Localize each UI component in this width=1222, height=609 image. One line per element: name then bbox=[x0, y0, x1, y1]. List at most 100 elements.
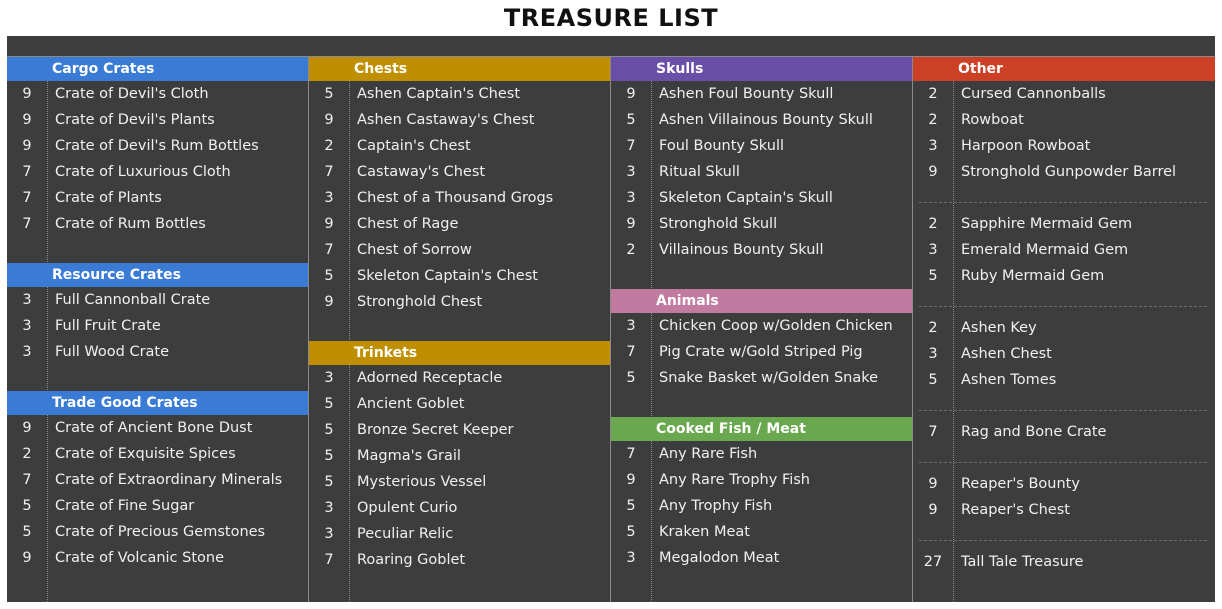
list-item: 5 Ashen Tomes bbox=[913, 367, 1215, 393]
section-other: Other 2 Cursed Cannonballs 2 Rowboat 3 Harpoo… bbox=[913, 57, 1215, 575]
list-item: 5 Kraken Meat bbox=[611, 519, 912, 545]
list-item: 27 Tall Tale Treasure bbox=[913, 549, 1215, 575]
list-item: 3 Full Cannonball Crate bbox=[7, 287, 308, 313]
item-name: Rag and Bone Crate bbox=[961, 424, 1107, 440]
section-trade-good-crates: Trade Good Crates 9 Crate of Ancient Bone… bbox=[7, 391, 308, 571]
list-item: 7 Crate of Extraordinary Minerals bbox=[7, 467, 308, 493]
item-count: 7 bbox=[324, 164, 334, 180]
group-divider bbox=[913, 445, 1215, 471]
list-item: 3 Adorned Receptacle bbox=[309, 365, 610, 391]
item-name: Stronghold Gunpowder Barrel bbox=[961, 164, 1177, 180]
item-name: Ashen Key bbox=[961, 320, 1037, 336]
item-count: 27 bbox=[923, 554, 943, 570]
group-divider bbox=[913, 393, 1215, 419]
section-skulls: Skulls 9 Ashen Foul Bounty Skull 5 Ashen Vi… bbox=[611, 57, 912, 263]
item-name: Crate of Precious Gemstones bbox=[55, 524, 266, 540]
list-item: 3 Chest of a Thousand Grogs bbox=[309, 185, 610, 211]
item-name: Any Trophy Fish bbox=[659, 498, 773, 514]
list-item: 7 Roaring Goblet bbox=[309, 547, 610, 573]
list-item: 9 Reaper's Chest bbox=[913, 497, 1215, 523]
item-name: Kraken Meat bbox=[659, 524, 750, 540]
item-name: Castaway's Chest bbox=[357, 164, 486, 180]
item-count: 3 bbox=[626, 550, 636, 566]
item-name: Opulent Curio bbox=[357, 500, 458, 516]
list-item: 5 Ancient Goblet bbox=[309, 391, 610, 417]
list-item: 9 Ashen Foul Bounty Skull bbox=[611, 81, 912, 107]
item-count: 9 bbox=[626, 472, 636, 488]
item-name: Pig Crate w/Gold Striped Pig bbox=[659, 344, 863, 360]
item-name: Stronghold Chest bbox=[357, 294, 483, 310]
item-count: 5 bbox=[928, 372, 938, 388]
item-name: Ritual Skull bbox=[659, 164, 740, 180]
list-item: 3 Full Wood Crate bbox=[7, 339, 308, 365]
item-name: Full Wood Crate bbox=[55, 344, 170, 360]
section-header: Cooked Fish / Meat bbox=[611, 417, 912, 441]
item-count: 3 bbox=[324, 190, 334, 206]
item-count: 3 bbox=[626, 190, 636, 206]
list-item: 3 Peculiar Relic bbox=[309, 521, 610, 547]
item-name: Ashen Foul Bounty Skull bbox=[659, 86, 834, 102]
list-item: 5 Ruby Mermaid Gem bbox=[913, 263, 1215, 289]
column-crates: Cargo Crates 9 Crate of Devil's Cloth 9 Cra… bbox=[7, 57, 309, 602]
list-item: 9 Crate of Devil's Cloth bbox=[7, 81, 308, 107]
item-count: 5 bbox=[324, 474, 334, 490]
column-chests-trinkets: Chests 5 Ashen Captain's Chest 9 Ashen Cast… bbox=[309, 57, 611, 602]
item-count: 7 bbox=[324, 242, 334, 258]
item-name: Reaper's Bounty bbox=[961, 476, 1080, 492]
list-item: 7 Pig Crate w/Gold Striped Pig bbox=[611, 339, 912, 365]
item-name: Ashen Tomes bbox=[961, 372, 1057, 388]
item-count: 5 bbox=[626, 524, 636, 540]
list-item: 9 Reaper's Bounty bbox=[913, 471, 1215, 497]
treasure-table: Cargo Crates 9 Crate of Devil's Cloth 9 Cra… bbox=[7, 36, 1215, 602]
item-count: 3 bbox=[22, 344, 32, 360]
item-count: 3 bbox=[324, 370, 334, 386]
list-item: 5 Bronze Secret Keeper bbox=[309, 417, 610, 443]
list-item: 2 Sapphire Mermaid Gem bbox=[913, 211, 1215, 237]
list-item: 3 Full Fruit Crate bbox=[7, 313, 308, 339]
item-count: 7 bbox=[626, 138, 636, 154]
item-name: Any Rare Trophy Fish bbox=[659, 472, 810, 488]
item-name: Ashen Chest bbox=[961, 346, 1052, 362]
item-count: 2 bbox=[928, 320, 938, 336]
item-count: 9 bbox=[324, 294, 334, 310]
list-item: 2 Cursed Cannonballs bbox=[913, 81, 1215, 107]
item-count: 9 bbox=[22, 138, 32, 154]
list-item: 7 Crate of Luxurious Cloth bbox=[7, 159, 308, 185]
item-count: 7 bbox=[928, 424, 938, 440]
section-cargo-crates: Cargo Crates 9 Crate of Devil's Cloth 9 Cra… bbox=[7, 57, 308, 237]
item-name: Crate of Rum Bottles bbox=[55, 216, 206, 232]
item-count: 5 bbox=[324, 396, 334, 412]
section-header: Cargo Crates bbox=[7, 57, 308, 81]
item-name: Adorned Receptacle bbox=[357, 370, 503, 386]
list-item: 7 Any Rare Fish bbox=[611, 441, 912, 467]
item-count: 5 bbox=[928, 268, 938, 284]
item-name: Bronze Secret Keeper bbox=[357, 422, 514, 438]
item-name: Emerald Mermaid Gem bbox=[961, 242, 1129, 258]
item-count: 9 bbox=[22, 112, 32, 128]
item-name: Tall Tale Treasure bbox=[961, 554, 1084, 570]
group-divider bbox=[913, 185, 1215, 211]
item-count: 7 bbox=[22, 190, 32, 206]
item-name: Reaper's Chest bbox=[961, 502, 1070, 518]
item-name: Crate of Devil's Plants bbox=[55, 112, 215, 128]
item-name: Chicken Coop w/Golden Chicken bbox=[659, 318, 893, 334]
item-name: Crate of Plants bbox=[55, 190, 162, 206]
list-item: 2 Villainous Bounty Skull bbox=[611, 237, 912, 263]
item-count: 2 bbox=[324, 138, 334, 154]
section-header: Skulls bbox=[611, 57, 912, 81]
item-name: Crate of Exquisite Spices bbox=[55, 446, 236, 462]
list-item: 9 Ashen Castaway's Chest bbox=[309, 107, 610, 133]
list-item: 3 Skeleton Captain's Skull bbox=[611, 185, 912, 211]
list-item: 2 Crate of Exquisite Spices bbox=[7, 441, 308, 467]
list-item: 3 Harpoon Rowboat bbox=[913, 133, 1215, 159]
item-count: 7 bbox=[22, 216, 32, 232]
item-count: 3 bbox=[928, 138, 938, 154]
item-count: 2 bbox=[928, 86, 938, 102]
list-item: 7 Crate of Plants bbox=[7, 185, 308, 211]
item-name: Rowboat bbox=[961, 112, 1024, 128]
item-count: 2 bbox=[22, 446, 32, 462]
item-count: 3 bbox=[626, 318, 636, 334]
list-item: 3 Emerald Mermaid Gem bbox=[913, 237, 1215, 263]
item-name: Magma's Grail bbox=[357, 448, 461, 464]
item-count: 9 bbox=[928, 476, 938, 492]
